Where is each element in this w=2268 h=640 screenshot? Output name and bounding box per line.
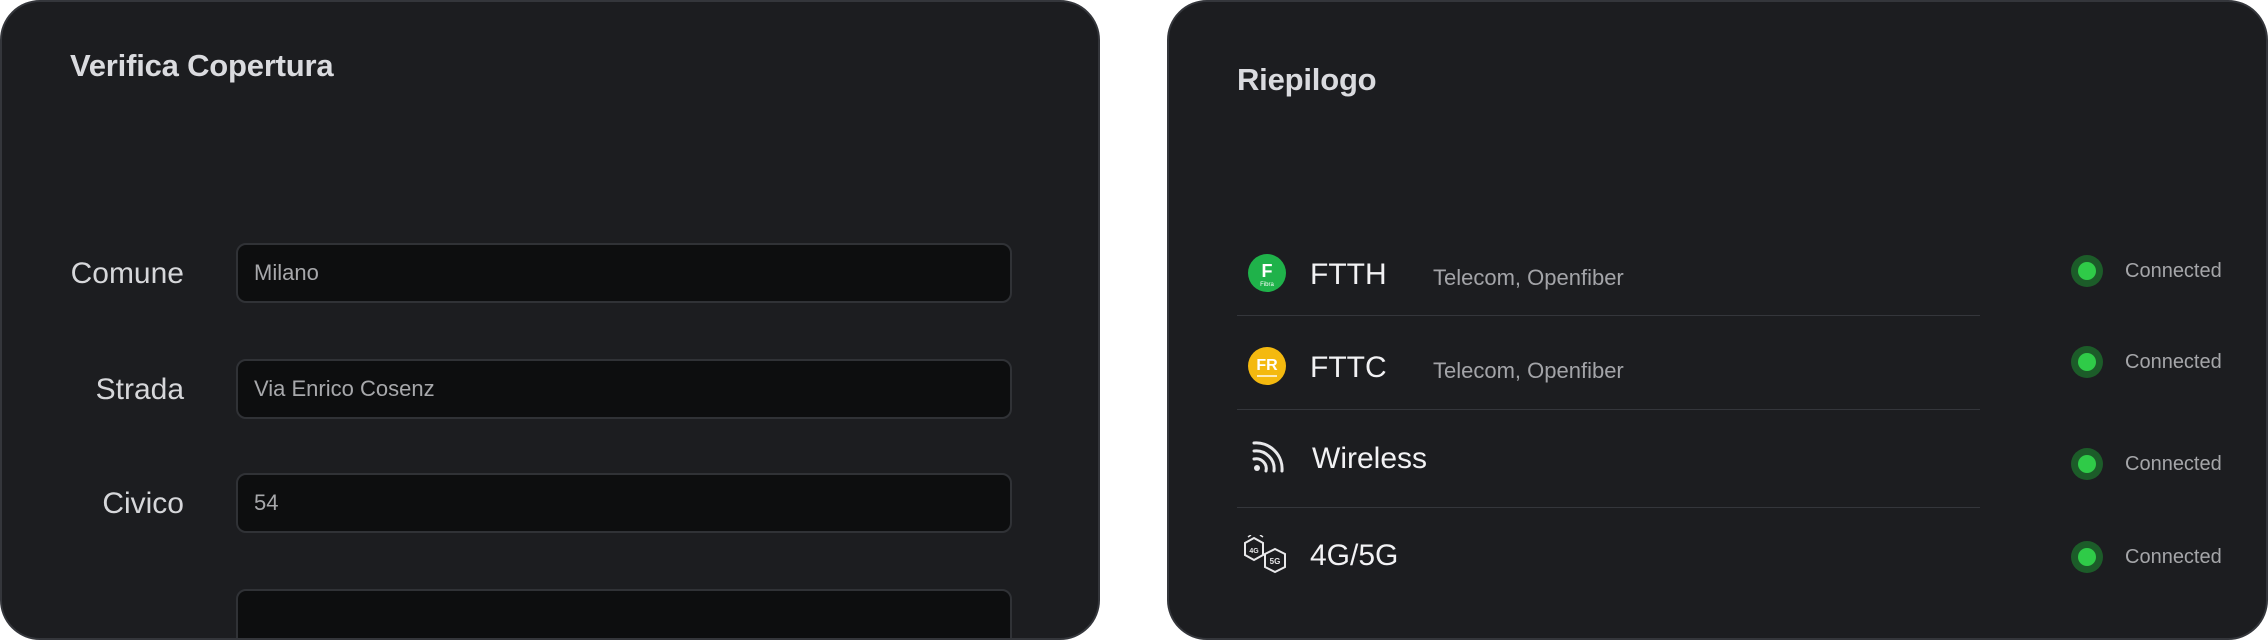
comune-input[interactable] bbox=[236, 243, 1012, 303]
divider bbox=[1237, 315, 1980, 316]
status-dot bbox=[2071, 448, 2103, 480]
svg-text:FR: FR bbox=[1256, 357, 1278, 374]
strada-input[interactable] bbox=[236, 359, 1012, 419]
tech-providers: Telecom, Openfiber bbox=[1433, 358, 1624, 383]
civico-input[interactable] bbox=[236, 473, 1012, 533]
summary-panel: Riepilogo F Fibra FTTH Telecom, Openfibe… bbox=[1167, 0, 2268, 640]
fibra-icon: F Fibra bbox=[1248, 254, 1286, 292]
4g-5g-icon: 4G 5G bbox=[1244, 535, 1286, 574]
extra-input[interactable] bbox=[236, 589, 1012, 638]
svg-text:Fibra: Fibra bbox=[1260, 282, 1274, 288]
tech-name: FTTC bbox=[1310, 351, 1387, 384]
status-text: Connected bbox=[2125, 351, 2222, 373]
civico-row: Civico bbox=[2, 473, 1098, 533]
comune-row: Comune bbox=[2, 243, 1098, 303]
tech-name: 4G/5G bbox=[1310, 539, 1399, 572]
summary-title: Riepilogo bbox=[1237, 62, 1377, 97]
tech-name: FTTH bbox=[1310, 258, 1387, 291]
tech-name: Wireless bbox=[1312, 442, 1428, 475]
summary-item-ftth: F Fibra FTTH Telecom, Openfiber Connecte… bbox=[1237, 243, 2266, 303]
extra-row bbox=[2, 589, 1098, 638]
fibra-ridotta-icon: FR bbox=[1248, 347, 1286, 385]
coverage-title: Verifica Copertura bbox=[70, 48, 334, 83]
svg-text:F: F bbox=[1262, 261, 1273, 281]
summary-item-4g5g: 4G 5G 4G/5G Connected bbox=[1237, 527, 2266, 587]
svg-text:4G: 4G bbox=[1249, 548, 1259, 555]
strada-label: Strada bbox=[95, 373, 184, 406]
civico-label: Civico bbox=[102, 487, 184, 520]
status-dot bbox=[2071, 541, 2103, 573]
status-text: Connected bbox=[2125, 546, 2222, 568]
coverage-panel: Verifica Copertura Comune Strada Civico bbox=[0, 0, 1100, 640]
status-dot bbox=[2071, 255, 2103, 287]
summary-item-wireless: Wireless Connected bbox=[1237, 427, 2266, 487]
wireless-icon bbox=[1252, 441, 1284, 473]
status-text: Connected bbox=[2125, 453, 2222, 475]
status-text: Connected bbox=[2125, 260, 2222, 282]
comune-label: Comune bbox=[70, 257, 184, 290]
svg-text:5G: 5G bbox=[1270, 557, 1281, 566]
strada-row: Strada bbox=[2, 359, 1098, 419]
divider bbox=[1237, 507, 1980, 508]
divider bbox=[1237, 409, 1980, 410]
tech-providers: Telecom, Openfiber bbox=[1433, 265, 1624, 290]
summary-item-fttc: FR FTTC Telecom, Openfiber Connected bbox=[1237, 336, 2266, 396]
status-dot bbox=[2071, 346, 2103, 378]
